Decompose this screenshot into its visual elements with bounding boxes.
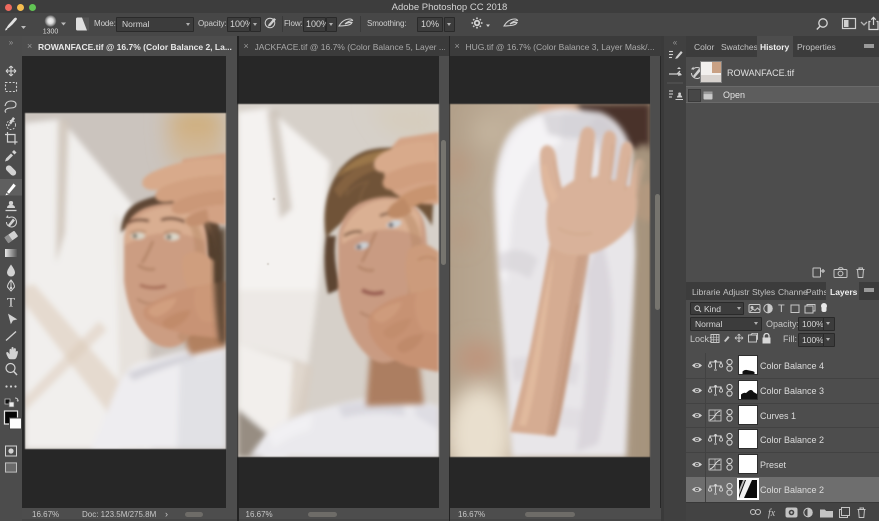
svg-text:T: T [778,303,785,315]
svg-text:»: » [9,38,14,47]
svg-text:«: « [673,38,678,47]
svg-text:fx: fx [768,508,776,519]
svg-text:1300: 1300 [43,29,59,36]
svg-text:T: T [7,295,15,310]
